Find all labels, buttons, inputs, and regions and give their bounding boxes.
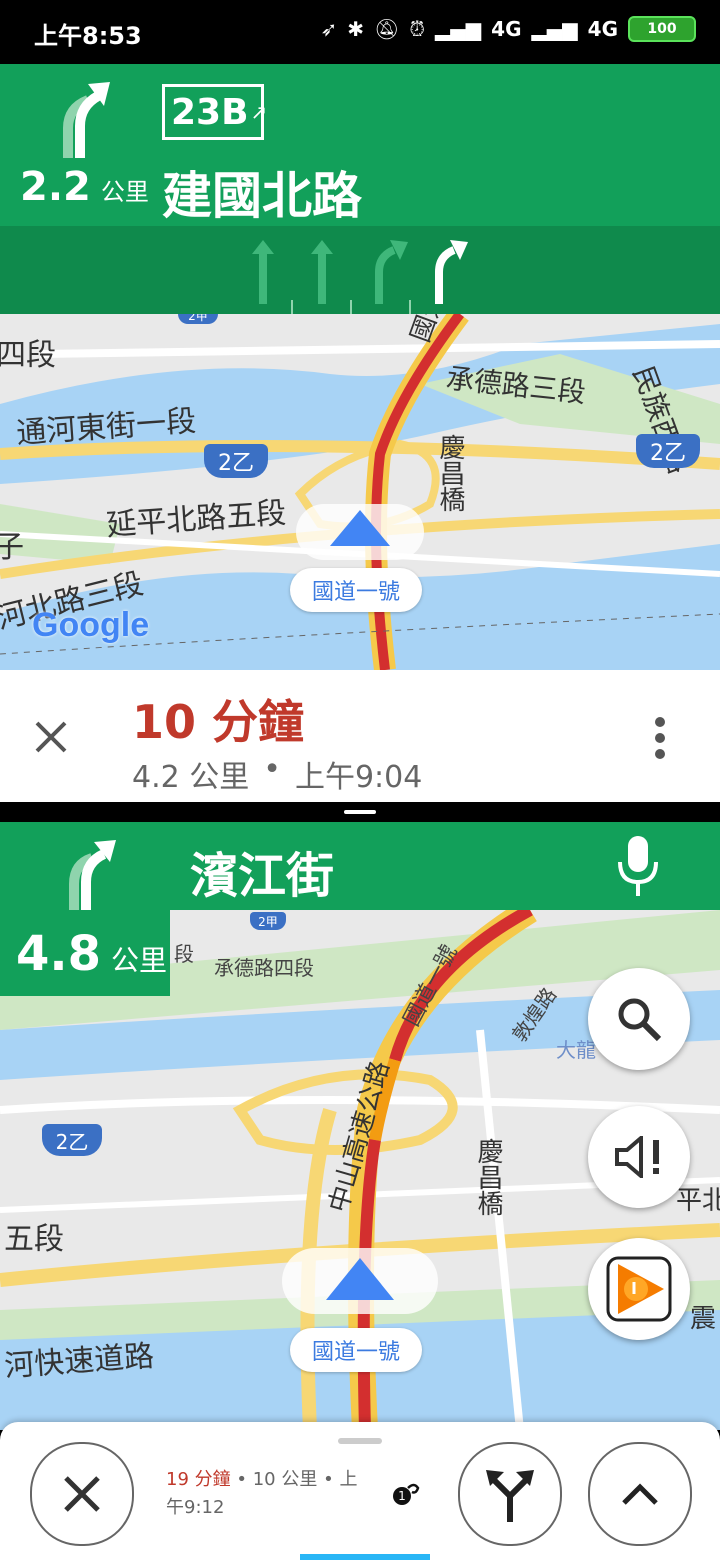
- road-name-chip: 國道一號: [290, 568, 423, 612]
- status-time: 上午8:53: [34, 22, 142, 50]
- split-screen-divider[interactable]: [0, 802, 720, 822]
- map-label: 慶昌橋: [473, 1138, 503, 1216]
- lane-straight-icon: [311, 240, 333, 304]
- highway-shield: 2乙: [636, 434, 700, 468]
- trip-arrival-2: 午9:12: [166, 1497, 225, 1518]
- google-play-music-icon: [606, 1256, 672, 1322]
- eta-minutes: 10 分鐘: [132, 695, 305, 749]
- maneuver-distance-unit: 公里: [100, 178, 149, 206]
- close-icon[interactable]: [34, 720, 68, 754]
- map-label: 段: [174, 942, 194, 966]
- exit-navigation-button[interactable]: [30, 1442, 134, 1546]
- maneuver-distance-box: 4.8 公里: [0, 910, 170, 996]
- svg-text:1: 1: [398, 1489, 406, 1503]
- alarm-icon: ⏰︎: [409, 17, 425, 41]
- map-label: 慶昌橋: [435, 434, 465, 512]
- exit-arrow-icon: ↗: [250, 100, 268, 124]
- divider-handle[interactable]: [344, 810, 376, 814]
- maneuver-distance-unit: 公里: [111, 944, 168, 977]
- navigation-arrow-icon: [326, 1258, 394, 1300]
- navigation-header[interactable]: 2.2 公里 23B ↗ 建國北路: [0, 64, 720, 226]
- trip-distance: 10 公里: [252, 1469, 318, 1490]
- lane-right-icon: [375, 240, 408, 304]
- status-icons: ➶ ✱ 🔕︎ ⏰︎ ▂▄▆ 4G ▂▄▆ 4G 100: [320, 16, 696, 42]
- bluetooth-icon: ✱: [347, 17, 364, 41]
- status-bar: 上午8:53 ➶ ✱ 🔕︎ ⏰︎ ▂▄▆ 4G ▂▄▆ 4G 100: [0, 0, 720, 64]
- sound-button[interactable]: [588, 1106, 690, 1208]
- lane-straight-icon: [252, 240, 274, 304]
- chevron-up-icon: [622, 1483, 658, 1505]
- eta-distance: 4.2 公里: [132, 760, 250, 795]
- map-label: 子: [0, 530, 24, 565]
- map-label: 五段: [4, 1222, 64, 1257]
- navigation-arrow-icon: [330, 510, 390, 546]
- map-label: 大龍: [556, 1038, 596, 1062]
- next-street-name: 濱江街: [190, 848, 335, 904]
- map-label: 四段: [0, 338, 56, 373]
- expand-sheet-button[interactable]: [588, 1442, 692, 1546]
- microphone-icon[interactable]: [616, 834, 660, 900]
- navigation-header-secondary[interactable]: 濱江街: [0, 822, 720, 914]
- next-street-name: 建國北路: [162, 167, 362, 225]
- trip-separator: •: [236, 1469, 247, 1490]
- highway-shield: 2甲: [250, 912, 286, 930]
- map-label: 震: [690, 1304, 717, 1334]
- battery-icon: 100: [628, 16, 696, 42]
- trip-summary: 19 分鐘 • 10 公里 • 上 午9:12: [166, 1466, 380, 1522]
- eta-arrival-time: 上午9:04: [294, 760, 423, 795]
- more-vert-icon[interactable]: [652, 716, 668, 760]
- lane-right-active-icon: [435, 240, 468, 304]
- trip-bottom-sheet[interactable]: 19 分鐘 • 10 公里 • 上 午9:12 1: [0, 1422, 720, 1560]
- search-icon: [618, 998, 662, 1042]
- network-type-2: 4G: [587, 17, 618, 41]
- highway-shield: 2乙: [42, 1124, 102, 1156]
- map-label: 承德路四段: [214, 956, 314, 980]
- map-label: 平北: [676, 1186, 720, 1216]
- google-logo: Google: [32, 606, 150, 644]
- trip-separator: •: [323, 1469, 334, 1490]
- search-button[interactable]: [588, 968, 690, 1070]
- trip-arrival-1: 上: [339, 1469, 358, 1490]
- sound-alert-icon: [615, 1136, 659, 1178]
- eta-separator: •: [263, 752, 281, 787]
- lane-guidance: [0, 226, 720, 314]
- traffic-incident-icon: 1: [393, 1483, 420, 1505]
- bell-off-icon: 🔕︎: [374, 17, 400, 41]
- signal-icon-2: ▂▄▆: [531, 17, 578, 41]
- alternate-routes-button[interactable]: [458, 1442, 562, 1546]
- trip-minutes: 19 分鐘: [166, 1469, 231, 1490]
- alternate-routes-icon: [486, 1470, 534, 1522]
- close-icon: [64, 1476, 100, 1512]
- map-view-primary[interactable]: 四段 通河東街一段 延平北路五段 子 河北路三段 承德路三段 民族西路 國道一號…: [0, 314, 720, 670]
- turn-right-icon: [69, 840, 116, 914]
- bottom-indicator: [300, 1554, 430, 1560]
- location-icon: ➶: [320, 17, 338, 41]
- road-name-chip: 國道一號: [290, 1328, 423, 1372]
- signal-icon: ▂▄▆: [435, 17, 482, 41]
- music-button[interactable]: [588, 1238, 690, 1340]
- exit-number: 23B: [171, 91, 249, 133]
- highway-shield: 2乙: [204, 444, 268, 478]
- exit-badge: 23B ↗: [162, 84, 267, 140]
- turn-right-icon: [63, 82, 110, 158]
- maneuver-distance: 4.8: [16, 926, 102, 982]
- eta-card: 10 分鐘 4.2 公里 • 上午9:04: [0, 670, 720, 802]
- highway-shield: 2甲: [178, 314, 218, 324]
- network-type-1: 4G: [491, 17, 522, 41]
- maneuver-distance: 2.2: [20, 164, 91, 210]
- sheet-handle[interactable]: [338, 1438, 382, 1444]
